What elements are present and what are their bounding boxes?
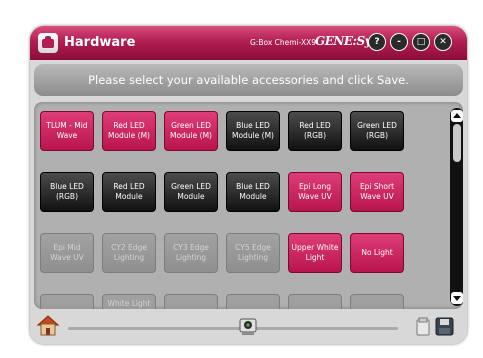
accessory-tile[interactable]: Green LED Module (M) bbox=[164, 111, 218, 151]
accessory-tile bbox=[350, 294, 404, 309]
accessory-tile: Epi Mid Wave UV bbox=[40, 233, 94, 273]
camera-icon[interactable] bbox=[237, 315, 259, 337]
save-icon[interactable] bbox=[416, 315, 456, 337]
accessory-tile[interactable]: Red LED Module bbox=[102, 172, 156, 212]
accessory-tile[interactable]: Blue LED (RGB) bbox=[40, 172, 94, 212]
title-bar: Hardware G:Box Chemi-XX9 GENE:Sys ? - □ … bbox=[30, 26, 467, 60]
accessory-tile[interactable]: Red LED (RGB) bbox=[288, 111, 342, 151]
scroll-up-arrow-icon[interactable] bbox=[451, 110, 463, 122]
accessory-tile: CY2 Edge Lighting bbox=[102, 233, 156, 273]
footer-toolbar bbox=[30, 313, 467, 344]
accessory-tile[interactable]: Green LED (RGB) bbox=[350, 111, 404, 151]
help-button[interactable]: ? bbox=[368, 33, 386, 51]
accessory-tile[interactable]: Epi Short Wave UV bbox=[350, 172, 404, 212]
accessory-tile bbox=[164, 294, 218, 309]
instruction-banner: Please select your available accessories… bbox=[34, 64, 463, 96]
device-name: G:Box Chemi-XX9 bbox=[250, 38, 317, 47]
home-icon[interactable] bbox=[36, 314, 60, 336]
scroll-down-arrow-icon[interactable] bbox=[451, 292, 463, 304]
accessory-tile: CY5 Edge Lighting bbox=[226, 233, 280, 273]
accessory-tile[interactable]: Blue LED Module (M) bbox=[226, 111, 280, 151]
accessory-tile[interactable]: Red LED Module (M) bbox=[102, 111, 156, 151]
hardware-window: Hardware G:Box Chemi-XX9 GENE:Sys ? - □ … bbox=[30, 26, 467, 344]
accessory-tile[interactable]: Upper White Light bbox=[288, 233, 342, 273]
accessory-tile[interactable]: Green LED Module bbox=[164, 172, 218, 212]
accessory-tile bbox=[226, 294, 280, 309]
scrollbar[interactable] bbox=[450, 108, 463, 306]
close-button[interactable]: ✕ bbox=[434, 33, 452, 51]
accessory-tile: White Light bbox=[102, 294, 156, 309]
hardware-app-icon bbox=[38, 33, 58, 53]
accessory-tile[interactable]: TLUM - Mid Wave bbox=[40, 111, 94, 151]
footer-divider bbox=[68, 327, 398, 330]
accessory-grid: TLUM - Mid Wave Red LED Module (M) Green L… bbox=[34, 102, 463, 309]
accessory-tile: CY3 Edge Lighting bbox=[164, 233, 218, 273]
maximize-button[interactable]: □ bbox=[412, 33, 430, 51]
window-title: Hardware bbox=[64, 35, 136, 50]
minimize-button[interactable]: - bbox=[390, 33, 408, 51]
accessory-tile[interactable]: No Light bbox=[350, 233, 404, 273]
accessory-tile bbox=[288, 294, 342, 309]
accessory-tile bbox=[40, 294, 94, 309]
scrollbar-thumb[interactable] bbox=[453, 124, 461, 162]
accessory-tile[interactable]: Blue LED Module bbox=[226, 172, 280, 212]
accessory-tile[interactable]: Epi Long Wave UV bbox=[288, 172, 342, 212]
